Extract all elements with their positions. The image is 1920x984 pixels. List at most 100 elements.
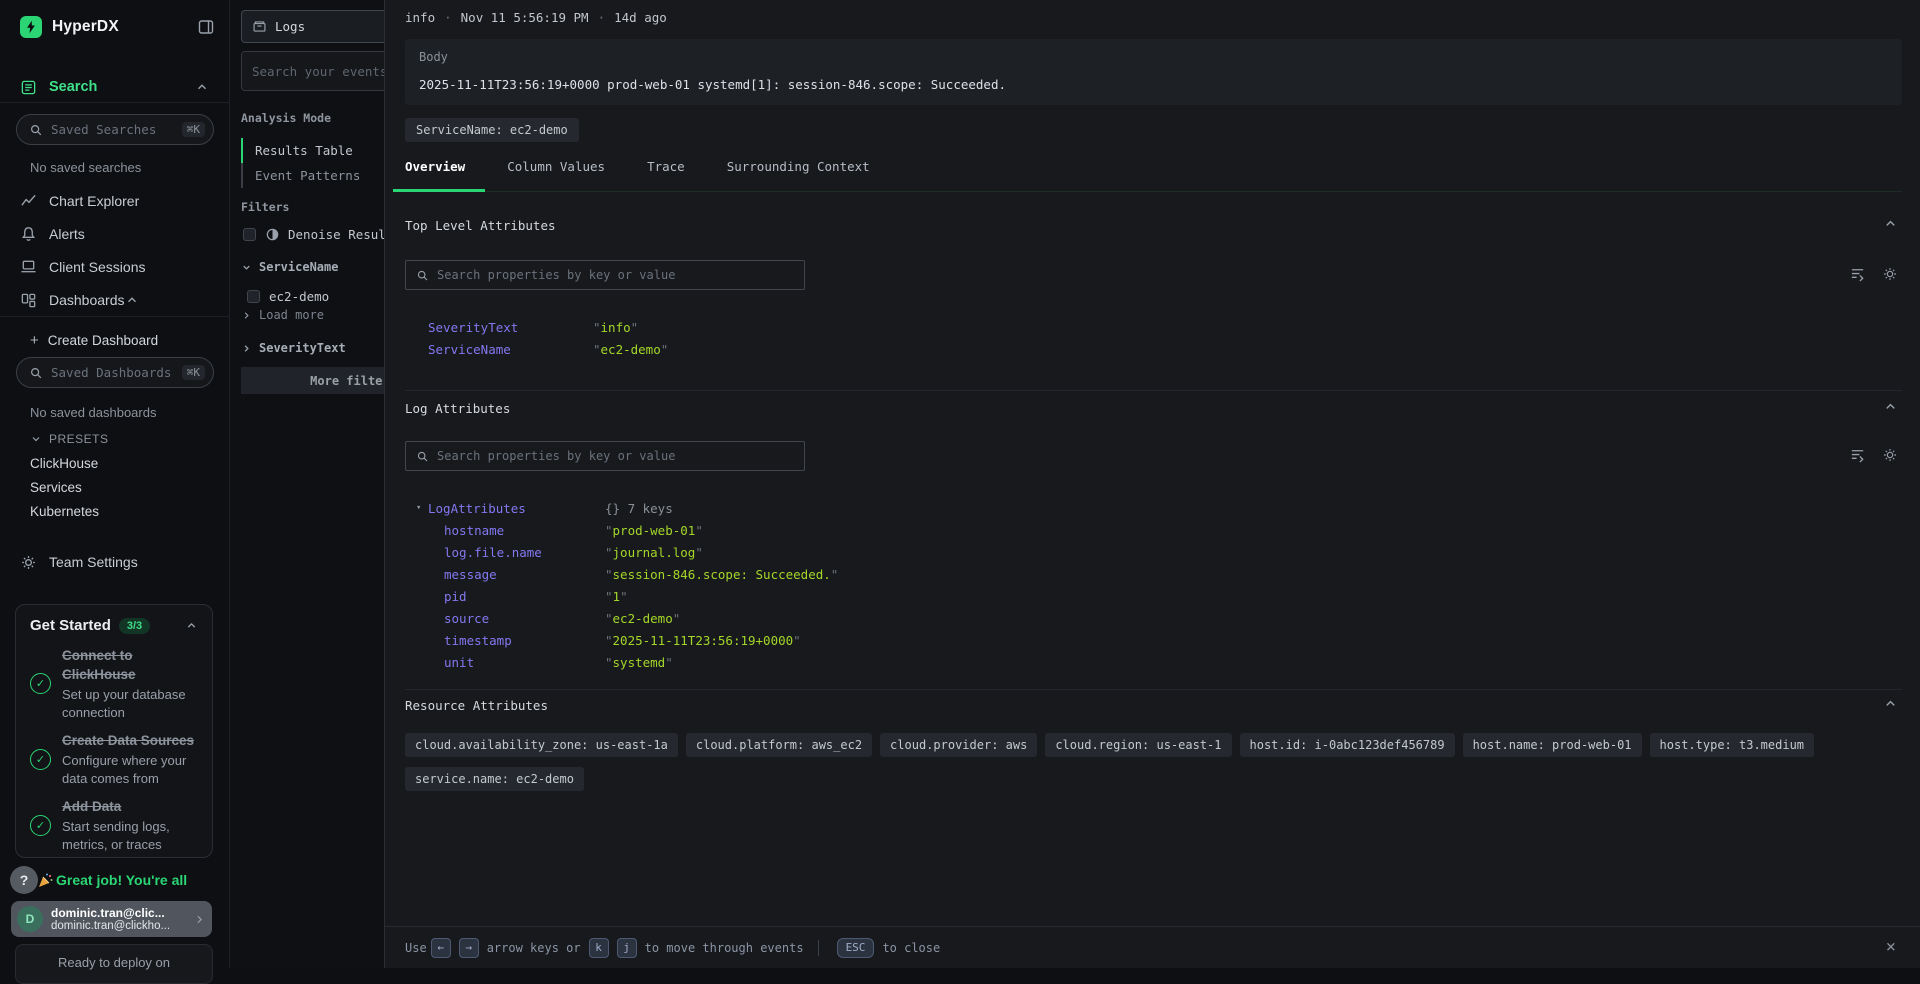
ec2-demo-checkbox[interactable]	[247, 290, 260, 303]
chevron-up-icon[interactable]	[1883, 399, 1898, 414]
resource-chip[interactable]: service.name: ec2-demo	[405, 767, 584, 791]
preset-services[interactable]: Services	[30, 480, 82, 495]
attribute-key[interactable]: log.file.name	[428, 545, 605, 560]
filter-group-name: ServiceName	[259, 260, 338, 274]
user-menu[interactable]: D dominic.tran@clic... dominic.tran@clic…	[11, 901, 212, 937]
saved-searches-placeholder: Saved Searches	[51, 122, 156, 137]
gear-icon	[20, 554, 37, 571]
property-search-input[interactable]	[437, 268, 794, 282]
attribute-key[interactable]: ServiceName	[428, 342, 593, 357]
section-title: Resource Attributes	[405, 698, 1902, 713]
sidebar-item-client-sessions[interactable]: Client Sessions	[0, 250, 229, 283]
resource-chip[interactable]: cloud.provider: aws	[880, 733, 1037, 757]
resource-chip[interactable]: cloud.availability_zone: us-east-1a	[405, 733, 678, 757]
esc-key: ESC	[837, 938, 875, 958]
property-search[interactable]	[405, 441, 805, 471]
section-title: Log Attributes	[405, 401, 1902, 416]
logo-row: HyperDX	[20, 14, 215, 40]
get-started-title: Get Started	[30, 617, 111, 634]
resource-chip[interactable]: host.name: prod-web-01	[1463, 733, 1642, 757]
get-started-step-connect[interactable]: ✓ Connect to ClickHouse Set up your data…	[30, 646, 198, 721]
load-more-button[interactable]: Load more	[241, 308, 324, 322]
gear-icon[interactable]	[1882, 447, 1898, 463]
presets-toggle[interactable]: PRESETS	[30, 432, 109, 446]
preset-clickhouse[interactable]: ClickHouse	[30, 456, 98, 471]
log-body-text: 2025-11-11T23:56:19+0000 prod-web-01 sys…	[419, 77, 1888, 92]
avatar: D	[17, 906, 43, 932]
triangle-down-icon[interactable]: ▾	[416, 503, 423, 513]
sidebar-item-dashboards[interactable]: Dashboards	[0, 284, 229, 317]
property-search[interactable]	[405, 260, 805, 290]
help-button[interactable]: ?	[10, 866, 38, 894]
filters-label: Filters	[241, 200, 289, 214]
sidebar-section-search[interactable]: Search	[0, 72, 229, 103]
search-icon	[416, 450, 429, 463]
attribute-row: hostname prod-web-01	[428, 519, 1902, 541]
attribute-key[interactable]: hostname	[428, 523, 605, 538]
chevron-up-icon[interactable]	[195, 80, 209, 94]
check-circle-icon: ✓	[30, 749, 51, 770]
attribute-row: ServiceName ec2-demo	[428, 338, 1902, 360]
attribute-key[interactable]: pid	[428, 589, 605, 604]
resource-chip[interactable]: host.id: i-0abc123def456789	[1240, 733, 1455, 757]
bell-icon	[20, 225, 37, 242]
chevron-up-icon[interactable]	[125, 293, 139, 307]
attribute-value[interactable]: systemd	[605, 655, 673, 670]
create-dashboard-button[interactable]: + Create Dashboard	[30, 330, 158, 350]
sidebar-item-alerts[interactable]: Alerts	[0, 217, 229, 250]
deploy-banner[interactable]: Ready to deploy on	[15, 944, 213, 984]
attribute-value[interactable]: ec2-demo	[605, 611, 680, 626]
tab-column-values[interactable]: Column Values	[507, 154, 605, 191]
sidebar-item-team-settings[interactable]: Team Settings	[0, 549, 229, 575]
attribute-value[interactable]: prod-web-01	[605, 523, 703, 538]
chevron-up-icon[interactable]	[1883, 696, 1898, 711]
tab-overview[interactable]: Overview	[405, 154, 465, 191]
filter-group-servicename[interactable]: ServiceName	[241, 260, 338, 274]
saved-dashboards-input[interactable]: Saved Dashboards ⌘K	[16, 357, 214, 388]
step-desc: Start sending logs, metrics, or traces	[62, 818, 198, 853]
chevron-down-icon	[30, 433, 42, 445]
filter-value-label: ec2-demo	[269, 289, 329, 304]
tab-surrounding-context[interactable]: Surrounding Context	[727, 154, 870, 191]
close-icon[interactable]: ×	[1886, 939, 1896, 956]
resource-chip[interactable]: cloud.region: us-east-1	[1045, 733, 1231, 757]
shortcut-badge: ⌘K	[182, 122, 205, 137]
no-saved-dashboards-text: No saved dashboards	[30, 405, 156, 420]
filter-value-ec2-demo[interactable]: ec2-demo	[247, 289, 329, 304]
collapse-sidebar-icon[interactable]	[197, 18, 215, 36]
attribute-value[interactable]: 1	[605, 589, 628, 604]
attribute-value[interactable]: 2025-11-11T23:56:19+0000	[605, 633, 801, 648]
attribute-key[interactable]: timestamp	[428, 633, 605, 648]
attribute-key[interactable]: unit	[428, 655, 605, 670]
servicename-tag[interactable]: ServiceName: ec2-demo	[405, 118, 579, 142]
get-started-step-sources[interactable]: ✓ Create Data Sources Configure where yo…	[30, 731, 198, 787]
attribute-value[interactable]: ec2-demo	[593, 342, 668, 357]
tree-root-key[interactable]: ▾LogAttributes	[428, 501, 605, 516]
collapse-lines-icon[interactable]	[1850, 447, 1866, 463]
property-search-input[interactable]	[437, 449, 794, 463]
denoise-results-filter[interactable]: Denoise Results	[243, 227, 401, 242]
attribute-key[interactable]: SeverityText	[428, 320, 593, 335]
filter-group-severitytext[interactable]: SeverityText	[241, 341, 346, 355]
preset-kubernetes[interactable]: Kubernetes	[30, 504, 99, 519]
chevron-up-icon[interactable]	[1883, 216, 1898, 231]
tab-trace[interactable]: Trace	[647, 154, 685, 191]
collapse-lines-icon[interactable]	[1850, 266, 1866, 282]
section-resource-attributes: Resource Attributes cloud.availability_z…	[405, 690, 1902, 811]
resource-chip[interactable]: host.type: t3.medium	[1650, 733, 1815, 757]
attribute-value[interactable]: info	[593, 320, 638, 335]
sidebar-item-chart-explorer[interactable]: Chart Explorer	[0, 184, 229, 217]
severity-text: info	[405, 10, 435, 25]
chevron-up-icon[interactable]	[185, 619, 198, 632]
attribute-key[interactable]: source	[428, 611, 605, 626]
step-desc: Set up your database connection	[62, 686, 198, 721]
gear-icon[interactable]	[1882, 266, 1898, 282]
attribute-key[interactable]: message	[428, 567, 605, 582]
attribute-value[interactable]: journal.log	[605, 545, 703, 560]
saved-searches-input[interactable]: Saved Searches ⌘K	[16, 114, 214, 145]
denoise-checkbox[interactable]	[243, 228, 256, 241]
search-icon	[416, 269, 429, 282]
resource-chip[interactable]: cloud.platform: aws_ec2	[686, 733, 872, 757]
attribute-value[interactable]: session-846.scope: Succeeded.	[605, 567, 838, 582]
get-started-step-add-data[interactable]: ✓ Add Data Start sending logs, metrics, …	[30, 797, 198, 853]
